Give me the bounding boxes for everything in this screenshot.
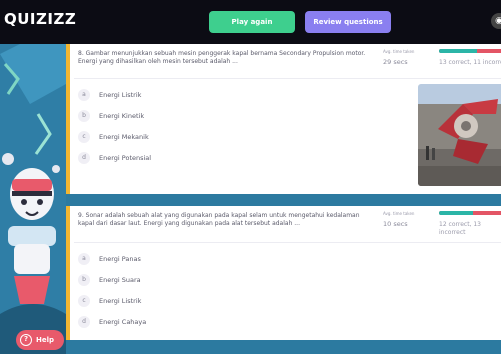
accuracy-text: 12 correct, 13 incorrect bbox=[439, 221, 481, 236]
play-again-button[interactable]: Play again bbox=[209, 11, 295, 33]
option-text: Energi Listrik bbox=[99, 297, 142, 305]
option-a: a Energi Listrik bbox=[78, 88, 141, 102]
option-letter: c bbox=[78, 131, 90, 143]
question-icon: ? bbox=[20, 334, 32, 346]
avg-time-value: 29 secs bbox=[383, 58, 408, 66]
option-text: Energi Suara bbox=[99, 276, 141, 284]
background-strip bbox=[66, 340, 501, 354]
option-letter: b bbox=[78, 110, 90, 122]
option-text: Energi Cahaya bbox=[99, 318, 147, 326]
option-a: a Energi Panas bbox=[78, 252, 141, 266]
question-text: 8. Gambar menunjukkan sebuah mesin pengg… bbox=[78, 50, 366, 65]
option-letter: b bbox=[78, 274, 90, 286]
option-b: b Energi Suara bbox=[78, 273, 141, 287]
option-letter: d bbox=[78, 152, 90, 164]
option-text: Energi Mekanik bbox=[99, 133, 149, 141]
option-c: c Energi Mekanik bbox=[78, 130, 149, 144]
question-image bbox=[418, 84, 501, 186]
accuracy-text: 13 correct, 11 incorrect bbox=[439, 59, 501, 66]
accuracy-fill bbox=[439, 49, 477, 53]
accuracy-bar bbox=[439, 49, 501, 53]
option-d: d Energi Cahaya bbox=[78, 315, 146, 329]
quizizz-logo: QUIZIZZ bbox=[4, 10, 77, 28]
option-text: Energi Listrik bbox=[99, 91, 142, 99]
option-b: b Energi Kinetik bbox=[78, 109, 144, 123]
avg-time-label: Avg. time taken bbox=[383, 49, 415, 54]
option-c: c Energi Listrik bbox=[78, 294, 141, 308]
accuracy-fill bbox=[439, 211, 473, 215]
divider bbox=[74, 78, 501, 79]
option-text: Energi Panas bbox=[99, 255, 141, 263]
option-letter: d bbox=[78, 316, 90, 328]
decorative-illustration bbox=[0, 44, 66, 354]
question-card-8: 8. Gambar menunjukkan sebuah mesin pengg… bbox=[66, 44, 501, 194]
option-text: Energi Kinetik bbox=[99, 112, 145, 120]
top-bar: QUIZIZZ Play again Review questions ◉ bbox=[0, 0, 501, 44]
help-label: Help bbox=[36, 336, 55, 344]
option-letter: c bbox=[78, 295, 90, 307]
option-letter: a bbox=[78, 89, 90, 101]
accuracy-bar bbox=[439, 211, 501, 215]
avg-time-value: 10 secs bbox=[383, 220, 408, 228]
propulsion-motor-photo bbox=[418, 84, 501, 186]
option-d: d Energi Potensial bbox=[78, 151, 151, 165]
user-icon[interactable]: ◉ bbox=[491, 13, 501, 29]
question-text: 9. Sonar adalah sebuah alat yang digunak… bbox=[78, 212, 360, 227]
help-button[interactable]: ? Help bbox=[16, 330, 64, 350]
question-card-9: 9. Sonar adalah sebuah alat yang digunak… bbox=[66, 206, 501, 340]
review-questions-button[interactable]: Review questions bbox=[305, 11, 391, 33]
divider bbox=[74, 242, 501, 243]
winter-illustration bbox=[0, 44, 66, 354]
avg-time-label: Avg. time taken bbox=[383, 211, 415, 216]
option-letter: a bbox=[78, 253, 90, 265]
option-text: Energi Potensial bbox=[99, 154, 152, 162]
background-strip bbox=[66, 194, 501, 206]
